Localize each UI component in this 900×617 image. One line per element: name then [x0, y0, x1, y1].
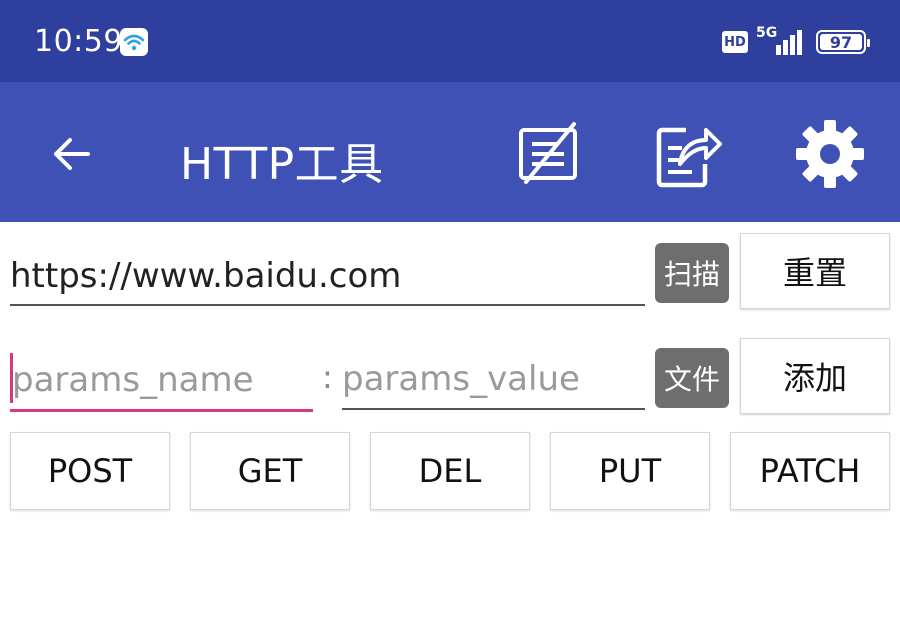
get-button[interactable]: GET [190, 432, 350, 510]
url-input[interactable] [10, 248, 645, 306]
page-title: HTTP工具 [180, 139, 384, 190]
post-button[interactable]: POST [10, 432, 170, 510]
share-button[interactable] [650, 116, 726, 192]
file-button[interactable]: 文件 [655, 348, 729, 408]
scan-button[interactable]: 扫描 [655, 243, 729, 303]
settings-button[interactable] [792, 116, 868, 192]
wifi-icon [120, 28, 148, 56]
status-indicators: HD 5G 97 [722, 25, 870, 58]
battery-level: 97 [829, 32, 853, 52]
delete-button[interactable]: DEL [370, 432, 530, 510]
status-bar: 10:59 HD 5G 97 [0, 0, 900, 82]
hd-badge: HD [722, 31, 748, 53]
signal-icon: 5G [756, 25, 808, 57]
put-button[interactable]: PUT [550, 432, 710, 510]
edit-button[interactable] [510, 116, 586, 192]
edit-note-icon [519, 122, 577, 184]
add-param-button[interactable]: 添加 [740, 338, 890, 414]
battery-icon: 97 [816, 30, 870, 54]
reset-button[interactable]: 重置 [740, 233, 890, 309]
share-icon [656, 127, 722, 188]
back-button[interactable] [38, 122, 102, 186]
text-cursor [10, 353, 13, 403]
params-name-input[interactable] [10, 350, 313, 412]
status-time: 10:59 [34, 24, 123, 59]
params-separator: : [322, 358, 333, 396]
back-arrow-icon [54, 138, 90, 170]
settings-gear-icon [796, 120, 864, 188]
patch-button[interactable]: PATCH [730, 432, 890, 510]
app-bar: HTTP工具 [0, 82, 900, 222]
params-value-input[interactable] [342, 350, 645, 410]
